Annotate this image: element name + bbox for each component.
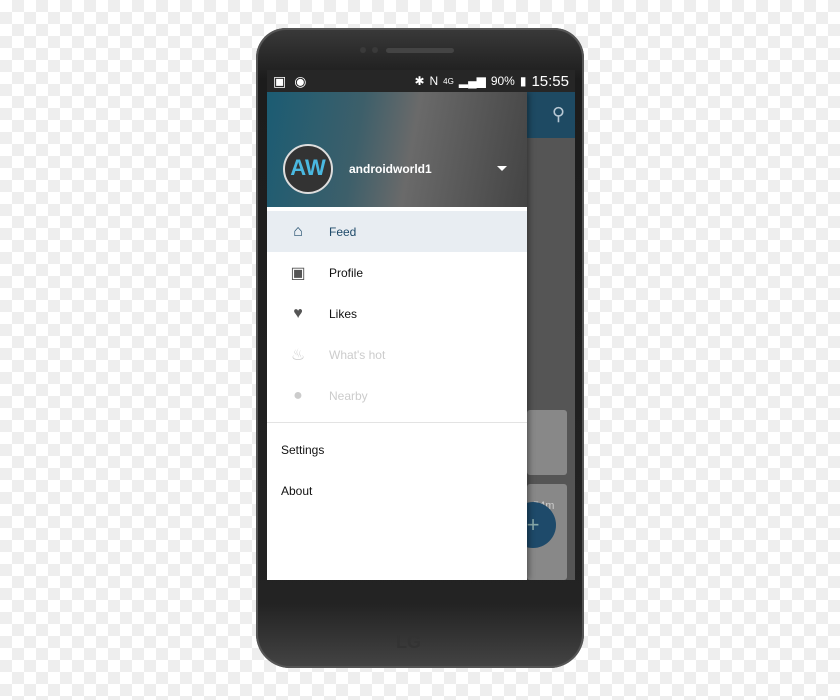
battery-level: 90% <box>490 74 515 88</box>
menu-label: Likes <box>329 306 358 321</box>
divider <box>267 422 527 423</box>
menu-item-likes[interactable]: ♥ Likes <box>267 293 527 334</box>
image-icon: ▣ <box>273 72 287 89</box>
location-icon: ● <box>293 386 303 404</box>
menu-item-profile[interactable]: ▣ Profile <box>267 252 527 293</box>
menu-item-nearby[interactable]: ● Nearby <box>267 375 527 416</box>
home-icon: ⌂ <box>293 222 303 240</box>
screen: ⚲ 54m + AW androidworld1 ⌂Feed ▣Profile … <box>267 70 575 580</box>
account-dropdown-icon[interactable] <box>497 166 507 171</box>
navigation-drawer: AW androidworld1 ⌂ Feed ▣ Profile ♥ Likes ♨… <box>267 92 527 580</box>
menu-label: Nearby <box>329 388 368 403</box>
search-icon[interactable]: ⚲ <box>552 104 565 125</box>
menu-item-about[interactable]: About <box>267 470 527 511</box>
signal-icon: ▂▄▆ <box>458 74 486 88</box>
feed-card[interactable] <box>527 410 567 475</box>
menu-label: Feed <box>329 224 357 239</box>
menu-item-settings[interactable]: Settings <box>267 429 527 470</box>
battery-icon: ▮ <box>519 74 527 88</box>
drawer-header: AW androidworld1 <box>267 92 527 207</box>
avatar[interactable]: AW <box>283 144 333 194</box>
menu-item-whats-hot[interactable]: ♨ What's hot <box>267 334 527 375</box>
earpiece-speaker <box>386 48 454 53</box>
fire-icon: ♨ <box>290 346 306 364</box>
sensor <box>360 47 366 53</box>
status-bar: ▣ ◉ ✱ N 4G ▂▄▆ 90% ▮ 15:55 <box>267 70 575 92</box>
username: androidworld1 <box>349 162 432 176</box>
menu-label: What's hot <box>329 347 386 362</box>
menu-item-feed[interactable]: ⌂ Feed <box>267 211 527 252</box>
nfc-icon: N <box>429 74 439 88</box>
4g-icon: 4G <box>443 76 454 86</box>
android-icon: ◉ <box>294 72 307 89</box>
heart-icon: ♥ <box>293 304 303 322</box>
profile-icon: ▣ <box>290 264 306 282</box>
brand-logo: LG <box>396 632 421 652</box>
menu-label: Profile <box>329 265 364 280</box>
sensor <box>372 47 378 53</box>
clock: 15:55 <box>531 72 569 90</box>
phone-frame: ⚲ 54m + AW androidworld1 ⌂Feed ▣Profile … <box>256 28 584 668</box>
bluetooth-icon: ✱ <box>414 74 425 88</box>
